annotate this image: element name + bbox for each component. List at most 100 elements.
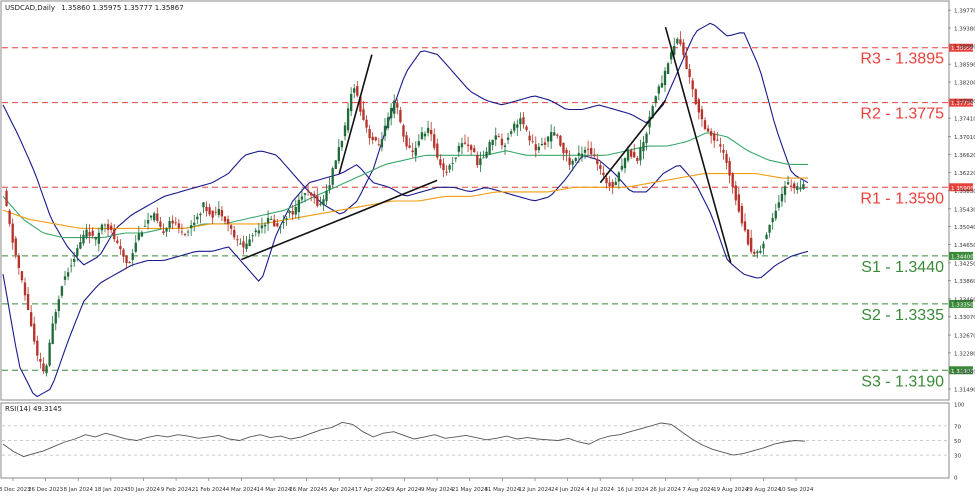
candle-body [682,42,685,55]
candle-body [528,135,531,141]
candle-body [802,184,805,190]
candle-body [765,234,768,239]
y-tick-label: 1.36220 [954,171,975,177]
candle-body [734,185,737,201]
candle-body [66,272,70,277]
candle-body [657,86,661,94]
candle-body [36,340,39,356]
level-label-r2: R2 - 1.3775 [860,106,944,123]
candle-body [371,136,374,141]
candle-body [423,133,427,137]
y-tick-label: 1.34250 [954,261,975,267]
candle-body [226,219,230,224]
candle-body [503,145,507,147]
y-tick-label: 1.35830 [954,189,975,195]
candle-body [220,210,224,217]
candle-body [460,143,464,148]
x-tick-label: 19 Aug 2024 [713,487,749,493]
candle-body [571,160,574,165]
candle-body [282,222,285,223]
candle-body [14,238,17,255]
candle-body [94,237,97,240]
candle-body [500,138,504,146]
candle-body [402,125,405,137]
x-tick-label: 9 May 2024 [421,487,454,493]
candle-body [229,225,233,229]
candle-body [393,100,396,114]
candle-body [623,158,627,169]
candle-body [439,159,442,166]
candle-body [780,193,784,202]
candle-body [251,235,254,237]
candle-body [57,299,61,311]
candle-body [753,251,756,254]
candle-body [663,70,667,86]
candle-body [306,190,310,192]
y-tick-label: 1.36620 [954,153,975,159]
candle-body [5,190,8,206]
rsi-tick-label: 100 [954,403,965,409]
candle-body [731,173,734,188]
candle-body [522,117,525,125]
x-tick-label: 5 Apr 2024 [324,487,355,493]
x-tick-label: 4 Mar 2024 [226,487,258,493]
x-tick-label: 9 Feb 2024 [161,487,192,493]
x-tick-label: 26 Dec 2023 [28,487,64,493]
candle-body [8,210,11,224]
candle-body [626,149,630,161]
candle-body [611,182,614,188]
candle-body [294,206,297,215]
candle [740,202,744,227]
candle-body [786,182,790,185]
candle-body [485,151,488,158]
candle-body [417,141,421,146]
y-tick-label: 1.34650 [954,243,975,249]
candle-body [122,249,125,257]
candle-body [69,265,73,267]
candle-body [725,153,728,163]
candle-body [159,221,162,227]
candle-body [546,136,550,142]
candle-body [291,211,294,215]
candle-body [629,150,633,157]
candle-body [429,129,433,135]
x-tick-label: 18 Jan 2024 [94,487,127,493]
candle-body [445,171,448,173]
candle-body [513,123,516,131]
candle-body [39,359,42,362]
candle-body [617,172,621,182]
candle-body [411,150,414,153]
candle-body [636,158,639,162]
candle-body [374,137,377,141]
candle-body [23,282,27,296]
candle-body [368,128,371,139]
rsi-tick-label: 30 [954,454,961,460]
y-tick-label: 1.32670 [954,334,975,340]
candle-body [380,139,384,148]
candle-body [565,149,568,154]
candle-body [694,89,697,105]
candle-body [285,218,288,220]
candle-body [260,225,264,229]
x-tick-label: 12 Jun 2024 [518,487,552,493]
candle-body [162,231,165,234]
candle-body [654,96,657,104]
candle-body [389,108,393,119]
candle [746,229,750,247]
candle-body [153,213,156,221]
candle-body [479,158,482,166]
candle-body [242,241,245,248]
candle-body [353,88,356,93]
candle-body [11,223,14,243]
candle-body [728,161,731,176]
candle-body [316,195,319,206]
candle-body [137,233,141,240]
candle-body [722,150,725,153]
candle-body [79,242,82,249]
candle-body [297,199,301,213]
candle-body [433,134,436,148]
candle-body [328,185,331,190]
usdcad-chart[interactable]: R3 - 1.38951.38950R2 - 1.37751.37750R1 -… [0,0,975,496]
candle-body [300,196,304,200]
candle-body [177,223,181,228]
